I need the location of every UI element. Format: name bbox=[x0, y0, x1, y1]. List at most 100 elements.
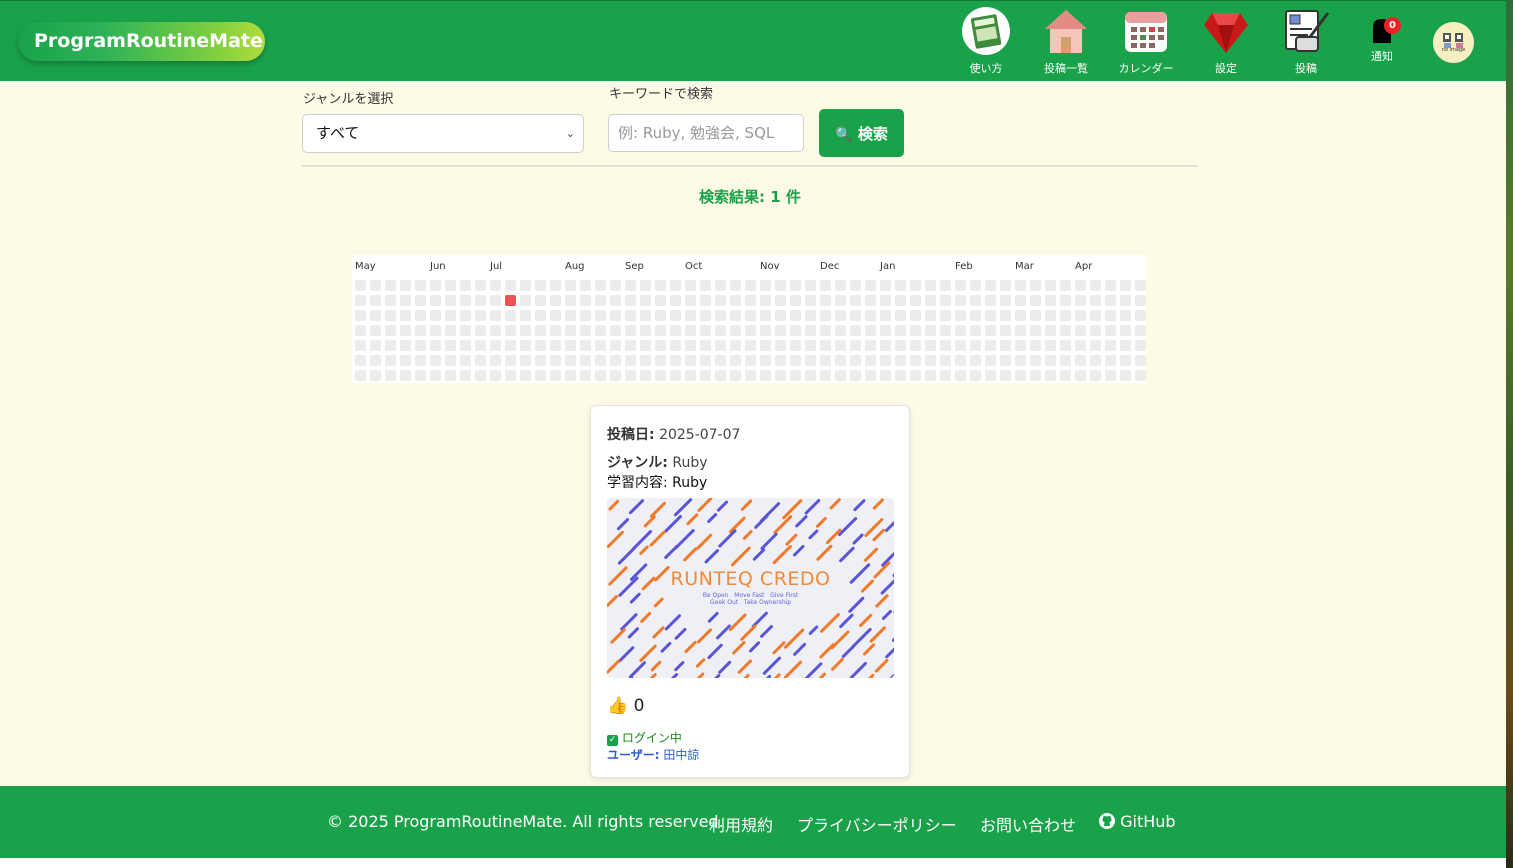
heatmap-cell[interactable] bbox=[640, 310, 651, 321]
heatmap-cell[interactable] bbox=[1075, 370, 1086, 381]
heatmap-cell[interactable] bbox=[850, 355, 861, 366]
heatmap-cell[interactable] bbox=[1135, 295, 1146, 306]
nav-item-calendar[interactable]: カレンダー bbox=[1116, 7, 1176, 76]
heatmap-cell[interactable] bbox=[790, 295, 801, 306]
heatmap-cell[interactable] bbox=[970, 295, 981, 306]
heatmap-cell[interactable] bbox=[625, 295, 636, 306]
heatmap-cell[interactable] bbox=[595, 310, 606, 321]
heatmap-cell[interactable] bbox=[655, 325, 666, 336]
heatmap-cell[interactable] bbox=[895, 280, 906, 291]
heatmap-cell[interactable] bbox=[775, 340, 786, 351]
heatmap-cell[interactable] bbox=[820, 280, 831, 291]
footer-contact-link[interactable]: お問い合わせ bbox=[980, 812, 1076, 836]
heatmap-cell[interactable] bbox=[730, 340, 741, 351]
heatmap-cell[interactable] bbox=[895, 340, 906, 351]
heatmap-cell[interactable] bbox=[430, 355, 441, 366]
heatmap-cell[interactable] bbox=[775, 310, 786, 321]
heatmap-cell[interactable] bbox=[985, 325, 996, 336]
heatmap-cell[interactable] bbox=[1075, 340, 1086, 351]
heatmap-cell[interactable] bbox=[550, 340, 561, 351]
heatmap-cell[interactable] bbox=[850, 370, 861, 381]
heatmap-cell[interactable] bbox=[565, 280, 576, 291]
heatmap-cell[interactable] bbox=[415, 310, 426, 321]
heatmap-cell[interactable] bbox=[700, 355, 711, 366]
heatmap-cell[interactable] bbox=[670, 325, 681, 336]
heatmap-cell[interactable] bbox=[415, 370, 426, 381]
heatmap-cell[interactable] bbox=[760, 325, 771, 336]
heatmap-cell[interactable] bbox=[595, 355, 606, 366]
heatmap-cell[interactable] bbox=[940, 325, 951, 336]
heatmap-cell[interactable] bbox=[805, 325, 816, 336]
heatmap-cell[interactable] bbox=[385, 355, 396, 366]
heatmap-cell[interactable] bbox=[745, 355, 756, 366]
heatmap-cell[interactable] bbox=[1090, 310, 1101, 321]
heatmap-cell[interactable] bbox=[925, 370, 936, 381]
heatmap-cell[interactable] bbox=[865, 310, 876, 321]
heatmap-cell[interactable] bbox=[370, 310, 381, 321]
heatmap-cell[interactable] bbox=[895, 370, 906, 381]
heatmap-cell[interactable] bbox=[475, 340, 486, 351]
heatmap-cell[interactable] bbox=[940, 295, 951, 306]
heatmap-cell[interactable] bbox=[835, 370, 846, 381]
heatmap-cell[interactable] bbox=[610, 295, 621, 306]
heatmap-cell[interactable] bbox=[805, 295, 816, 306]
heatmap-cell[interactable] bbox=[1120, 325, 1131, 336]
heatmap-cell[interactable] bbox=[625, 310, 636, 321]
heatmap-cell[interactable] bbox=[775, 295, 786, 306]
heatmap-cell[interactable] bbox=[1135, 325, 1146, 336]
heatmap-cell[interactable] bbox=[850, 280, 861, 291]
nav-item-settings[interactable]: 設定 bbox=[1196, 7, 1256, 76]
heatmap-cell[interactable] bbox=[670, 370, 681, 381]
heatmap-cell[interactable] bbox=[715, 295, 726, 306]
heatmap-cell[interactable] bbox=[565, 355, 576, 366]
heatmap-cell[interactable] bbox=[640, 295, 651, 306]
heatmap-cell[interactable] bbox=[475, 295, 486, 306]
heatmap-cell[interactable] bbox=[595, 295, 606, 306]
heatmap-cell[interactable] bbox=[640, 370, 651, 381]
heatmap-cell[interactable] bbox=[790, 280, 801, 291]
heatmap-cell[interactable] bbox=[685, 340, 696, 351]
heatmap-cell[interactable] bbox=[925, 310, 936, 321]
heatmap-cell[interactable] bbox=[1030, 370, 1041, 381]
keyword-search-input[interactable] bbox=[608, 114, 804, 152]
heatmap-cell[interactable] bbox=[805, 340, 816, 351]
heatmap-cell[interactable] bbox=[400, 325, 411, 336]
post-image[interactable]: RUNTEQ CREDO Be Open Move Fast Give Firs… bbox=[607, 498, 894, 678]
heatmap-cell[interactable] bbox=[880, 310, 891, 321]
heatmap-cell[interactable] bbox=[580, 355, 591, 366]
heatmap-cell[interactable] bbox=[490, 295, 501, 306]
heatmap-cell[interactable] bbox=[1090, 370, 1101, 381]
heatmap-cell[interactable] bbox=[445, 355, 456, 366]
heatmap-cell[interactable] bbox=[550, 310, 561, 321]
heatmap-cell[interactable] bbox=[505, 355, 516, 366]
heatmap-cell[interactable] bbox=[460, 280, 471, 291]
heatmap-cell[interactable] bbox=[1000, 340, 1011, 351]
heatmap-cell[interactable] bbox=[460, 310, 471, 321]
heatmap-cell[interactable] bbox=[1075, 325, 1086, 336]
heatmap-cell[interactable] bbox=[610, 310, 621, 321]
heatmap-cell[interactable] bbox=[685, 310, 696, 321]
heatmap-cell[interactable] bbox=[910, 280, 921, 291]
heatmap-cell[interactable] bbox=[895, 355, 906, 366]
thumbs-up-icon[interactable]: 👍 bbox=[607, 696, 628, 716]
heatmap-cell[interactable] bbox=[400, 370, 411, 381]
heatmap-cell[interactable] bbox=[625, 355, 636, 366]
heatmap-cell[interactable] bbox=[1105, 370, 1116, 381]
heatmap-cell[interactable] bbox=[640, 325, 651, 336]
heatmap-cell[interactable] bbox=[505, 370, 516, 381]
heatmap-cell[interactable] bbox=[1120, 280, 1131, 291]
heatmap-cell[interactable] bbox=[610, 340, 621, 351]
heatmap-cell[interactable] bbox=[565, 340, 576, 351]
heatmap-cell[interactable] bbox=[400, 355, 411, 366]
heatmap-cell[interactable] bbox=[535, 370, 546, 381]
heatmap-cell[interactable] bbox=[565, 295, 576, 306]
heatmap-cell[interactable] bbox=[805, 370, 816, 381]
heatmap-cell[interactable] bbox=[880, 325, 891, 336]
heatmap-cell[interactable] bbox=[865, 340, 876, 351]
nav-item-howto[interactable]: 使い方 bbox=[956, 7, 1016, 76]
heatmap-cell[interactable] bbox=[715, 310, 726, 321]
heatmap-cell[interactable] bbox=[1120, 355, 1131, 366]
heatmap-cell[interactable] bbox=[565, 310, 576, 321]
heatmap-cell[interactable] bbox=[985, 370, 996, 381]
heatmap-cell[interactable] bbox=[1090, 340, 1101, 351]
